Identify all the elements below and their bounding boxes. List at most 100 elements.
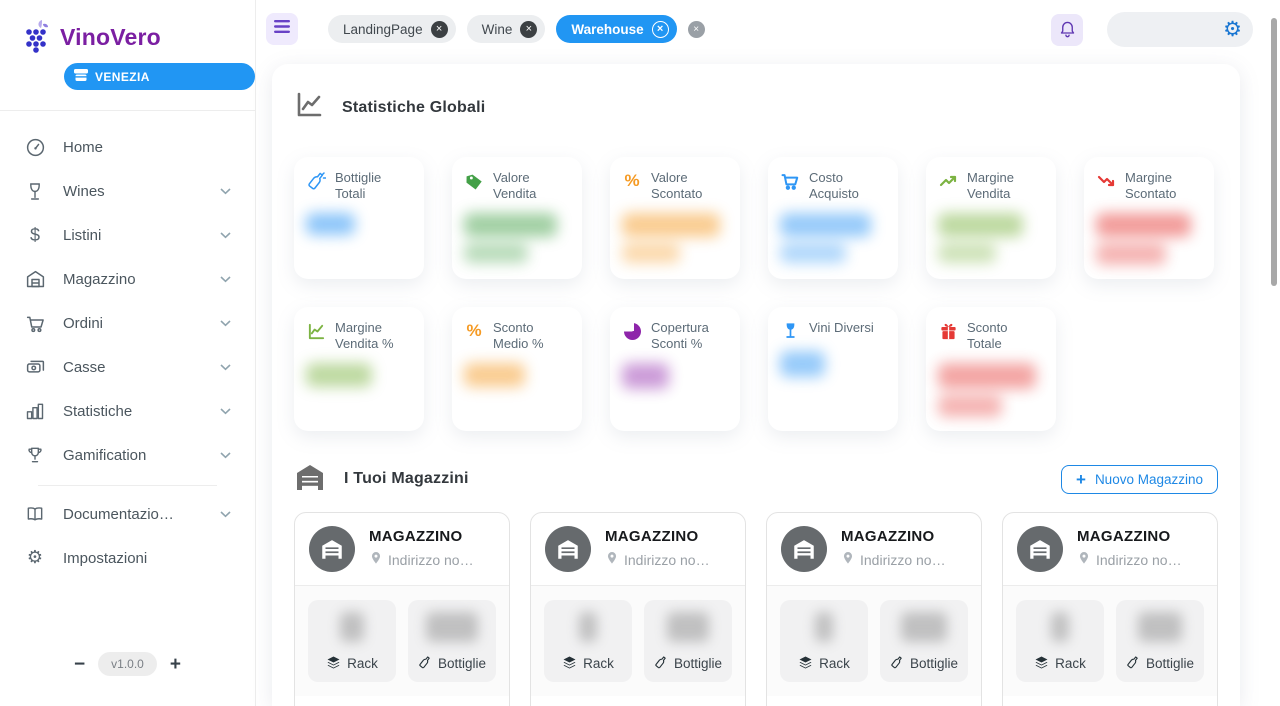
stat-card-valore-scontato[interactable]: % Valore Scontato (610, 157, 740, 279)
app-logo[interactable]: VinoVero (0, 0, 255, 59)
sidebar-item-gamification[interactable]: Gamification (14, 433, 241, 477)
bottles-stat: Bottiglie (644, 600, 732, 682)
sidebar-item-label: Listini (63, 227, 101, 244)
user-settings-pill[interactable]: ⚙ (1107, 12, 1253, 47)
stat-card-costo-acquisto[interactable]: Costo Acquisto (768, 157, 898, 279)
sidebar-item-ordini[interactable]: Ordini (14, 301, 241, 345)
version-decrement-button[interactable]: − (74, 655, 85, 674)
redacted-value (1051, 612, 1070, 642)
sidebar-item-documentazione[interactable]: Documentazio… (14, 492, 241, 536)
gauge-icon (24, 137, 46, 158)
stat-label: Valore Scontato (651, 170, 728, 203)
tab-landingpage[interactable]: LandingPage × (328, 15, 456, 43)
sidebar-item-casse[interactable]: Casse (14, 345, 241, 389)
stat-card-sconto-medio-pct[interactable]: % Sconto Medio % (452, 307, 582, 431)
bottles-stat: Bottiglie (1116, 600, 1204, 682)
global-stats-grid: Bottiglie Totali Valore Vendita % Valore… (294, 157, 1218, 431)
warehouse-avatar (1017, 526, 1063, 572)
pin-icon (841, 550, 855, 569)
notifications-button[interactable] (1051, 14, 1083, 46)
stat-card-sconto-totale[interactable]: Sconto Totale (926, 307, 1056, 431)
sidebar-item-listini[interactable]: $ Listini (14, 213, 241, 257)
sidebar-item-label: Home (63, 139, 103, 156)
tab-label: LandingPage (343, 22, 423, 37)
close-icon[interactable]: × (520, 21, 537, 38)
warehouse-card[interactable]: MAGAZZINO Indirizzo no… Rack (766, 512, 982, 706)
redacted-value (579, 612, 598, 642)
warehouse-address: Indirizzo no… (860, 552, 946, 568)
redacted-value (622, 363, 669, 389)
location-badge[interactable]: VENEZIA (64, 63, 255, 90)
close-icon[interactable]: × (431, 21, 448, 38)
stat-card-vini-diversi[interactable]: Vini Diversi (768, 307, 898, 431)
close-icon[interactable]: × (652, 21, 669, 38)
rack-label: Rack (583, 656, 614, 671)
warehouse-address: Indirizzo no… (624, 552, 710, 568)
redacted-subvalue (622, 243, 680, 263)
garage-icon (294, 463, 326, 496)
redacted-subvalue (780, 243, 846, 263)
rack-stat: Rack (780, 600, 868, 682)
layers-icon (562, 655, 577, 673)
bottle-icon (654, 655, 668, 672)
sidebar-item-home[interactable]: Home (14, 125, 241, 169)
pin-icon (1077, 550, 1091, 569)
redacted-value (901, 612, 947, 642)
redacted-subvalue (938, 243, 996, 263)
bottles-stat: Bottiglie (880, 600, 968, 682)
open-tabs: LandingPage × Wine × Warehouse × × (328, 15, 705, 43)
tab-warehouse[interactable]: Warehouse × (556, 15, 676, 43)
stat-card-margine-scontato[interactable]: Margine Scontato (1084, 157, 1214, 279)
redacted-value (938, 213, 1023, 237)
tag-icon (464, 171, 484, 191)
stat-card-valore-vendita[interactable]: Valore Vendita (452, 157, 582, 279)
hamburger-icon (274, 20, 290, 38)
gift-icon (938, 321, 958, 341)
sidebar-item-statistiche[interactable]: Statistiche (14, 389, 241, 433)
menu-toggle-button[interactable] (266, 13, 298, 45)
new-warehouse-button[interactable]: + Nuovo Magazzino (1061, 465, 1218, 494)
bottles-label: Bottiglie (910, 656, 958, 671)
store-icon (73, 68, 89, 85)
bottle-icon (1126, 655, 1140, 672)
tab-wine[interactable]: Wine × (467, 15, 546, 43)
warehouse-card[interactable]: MAGAZZINO Indirizzo no… Rack (294, 512, 510, 706)
chevron-down-icon (220, 276, 231, 283)
bottles-stat: Bottiglie (408, 600, 496, 682)
stat-label: Margine Vendita % (335, 320, 412, 353)
wine-glass-icon (24, 181, 46, 202)
tab-label: Wine (482, 22, 513, 37)
warehouse-cards: MAGAZZINO Indirizzo no… Rack (294, 512, 1218, 706)
cash-icon (24, 357, 46, 378)
pin-icon (605, 550, 619, 569)
cart-icon (780, 171, 800, 191)
stat-card-margine-vendita-pct[interactable]: Margine Vendita % (294, 307, 424, 431)
layers-icon (326, 655, 341, 673)
chevron-down-icon (220, 408, 231, 415)
warehouse-card[interactable]: MAGAZZINO Indirizzo no… Rack (1002, 512, 1218, 706)
sidebar-item-impostazioni[interactable]: ⚙ Impostazioni (14, 536, 241, 580)
chevron-down-icon (220, 232, 231, 239)
sidebar-item-wines[interactable]: Wines (14, 169, 241, 213)
warehouse-card[interactable]: MAGAZZINO Indirizzo no… Rack (530, 512, 746, 706)
percent-icon: % (464, 321, 484, 341)
vertical-scrollbar[interactable] (1271, 18, 1277, 286)
version-increment-button[interactable]: + (170, 655, 181, 674)
sidebar-item-magazzino[interactable]: Magazzino (14, 257, 241, 301)
stat-card-bottiglie-totali[interactable]: Bottiglie Totali (294, 157, 424, 279)
sidebar-item-label: Magazzino (63, 271, 136, 288)
stat-label: Costo Acquisto (809, 170, 886, 203)
warehouse-title: MAGAZZINO (369, 528, 474, 545)
chart-line-icon (306, 321, 326, 341)
location-badge-label: VENEZIA (95, 70, 150, 84)
chevron-down-icon (220, 452, 231, 459)
sidebar-item-label: Documentazio… (63, 506, 174, 523)
stat-card-margine-vendita[interactable]: Margine Vendita (926, 157, 1056, 279)
warehouse-icon (24, 269, 46, 290)
rack-stat: Rack (1016, 600, 1104, 682)
close-all-tabs-button[interactable]: × (688, 21, 705, 38)
rack-stat: Rack (308, 600, 396, 682)
stat-card-copertura-sconti-pct[interactable]: Copertura Sconti % (610, 307, 740, 431)
wine-glass-icon (780, 321, 800, 341)
dollar-icon: $ (24, 225, 46, 246)
